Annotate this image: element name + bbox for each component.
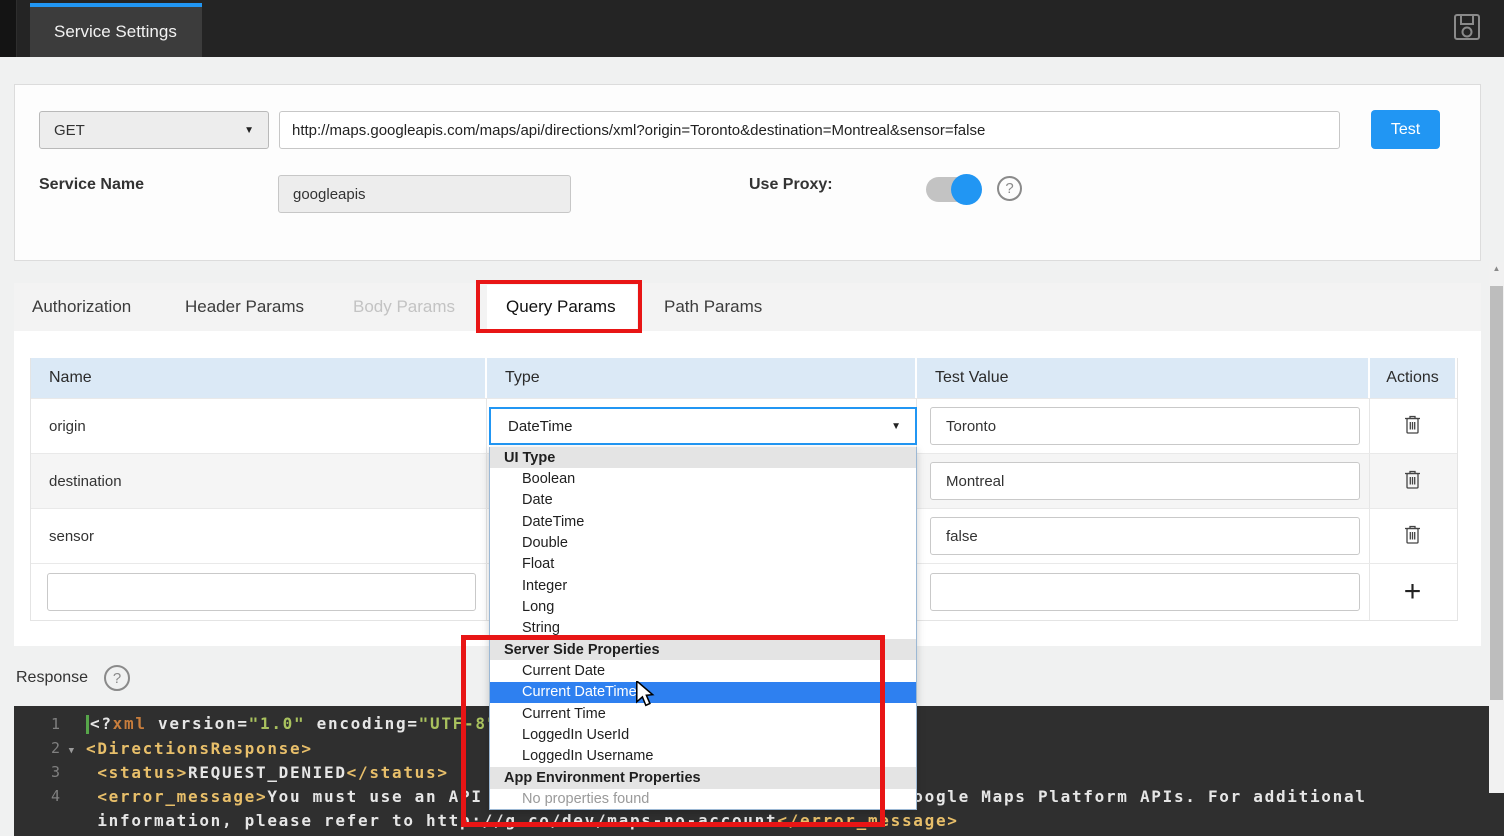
- tab-path-params[interactable]: Path Params: [664, 283, 762, 331]
- mouse-cursor-icon: [634, 681, 656, 712]
- use-proxy-toggle[interactable]: [926, 176, 982, 203]
- line-number: 3: [14, 763, 80, 781]
- header-name: Name: [31, 358, 487, 398]
- test-value-input-sensor[interactable]: [930, 517, 1360, 555]
- line-number: 2▼: [14, 739, 80, 757]
- toggle-knob: [951, 174, 982, 205]
- use-proxy-label: Use Proxy:: [749, 176, 833, 194]
- dropdown-option-boolean[interactable]: Boolean: [490, 468, 916, 489]
- page-scrollbar[interactable]: ▲: [1489, 262, 1504, 793]
- trash-icon: [1404, 524, 1421, 549]
- proxy-help-icon[interactable]: ?: [997, 176, 1022, 201]
- service-name-label: Service Name: [39, 176, 144, 194]
- editor-corner: [1489, 793, 1504, 836]
- test-button[interactable]: Test: [1371, 110, 1440, 149]
- tab-body-params[interactable]: Body Params: [353, 283, 455, 331]
- test-value-input-destination[interactable]: [930, 462, 1360, 500]
- save-icon: [1451, 11, 1483, 48]
- new-param-name-input[interactable]: [47, 573, 476, 611]
- tab-service-settings[interactable]: Service Settings: [30, 3, 202, 57]
- param-name: origin: [31, 399, 487, 453]
- test-value-input-origin[interactable]: [930, 407, 1360, 445]
- service-name-input[interactable]: [278, 175, 571, 213]
- scrollbar-thumb[interactable]: [1490, 286, 1503, 700]
- table-header-row: Name Type Test Value Actions: [31, 358, 1457, 398]
- service-url-input[interactable]: [279, 111, 1340, 149]
- trash-icon: [1404, 414, 1421, 439]
- delete-param-button[interactable]: [1370, 509, 1455, 563]
- annotation-box-query-params: [476, 280, 642, 333]
- dropdown-group-ui-type: UI Type: [490, 447, 916, 468]
- dropdown-option-long[interactable]: Long: [490, 596, 916, 617]
- http-method-select[interactable]: GET ▼: [39, 111, 269, 149]
- param-name: sensor: [31, 509, 487, 563]
- code-line: 5 </DirectionsResponse>: [14, 832, 1489, 836]
- tab-header-params[interactable]: Header Params: [185, 283, 304, 331]
- text-cursor: [86, 715, 89, 734]
- response-help-icon[interactable]: ?: [104, 665, 130, 691]
- left-edge-panel: [0, 0, 17, 57]
- header-type: Type: [487, 358, 917, 398]
- caret-down-icon: ▼: [891, 421, 901, 432]
- service-settings-page: Service Settings GET ▼ Test Service Name…: [0, 0, 1504, 836]
- top-bar: Service Settings: [0, 0, 1504, 57]
- dropdown-option-float[interactable]: Float: [490, 554, 916, 575]
- response-label: Response: [16, 669, 88, 687]
- plus-icon: +: [1404, 577, 1422, 607]
- dropdown-option-datetime[interactable]: DateTime: [490, 511, 916, 532]
- param-type-selected-value: DateTime: [508, 418, 572, 435]
- line-number: 4: [14, 787, 80, 805]
- dropdown-option-integer[interactable]: Integer: [490, 575, 916, 596]
- params-tab-strip: Authorization Header Params Body Params …: [14, 283, 1481, 331]
- annotation-box-server-side-properties: [461, 635, 885, 827]
- fold-caret-icon[interactable]: ▼: [69, 746, 74, 756]
- line-number: 1: [14, 715, 80, 733]
- tab-authorization[interactable]: Authorization: [32, 283, 131, 331]
- header-actions: Actions: [1370, 358, 1455, 398]
- save-button[interactable]: [1450, 12, 1484, 46]
- delete-param-button[interactable]: [1370, 454, 1455, 508]
- param-name: destination: [31, 454, 487, 508]
- dropdown-option-double[interactable]: Double: [490, 532, 916, 553]
- request-config-panel: GET ▼ Test Service Name Use Proxy: ?: [14, 84, 1481, 261]
- new-test-value-input[interactable]: [930, 573, 1360, 611]
- tab-service-settings-label: Service Settings: [54, 22, 177, 42]
- delete-param-button[interactable]: [1370, 399, 1455, 453]
- caret-down-icon: ▼: [244, 125, 254, 136]
- add-param-button[interactable]: +: [1370, 564, 1455, 620]
- header-test-value: Test Value: [917, 358, 1370, 398]
- http-method-value: GET: [54, 122, 85, 139]
- scroll-up-icon[interactable]: ▲: [1489, 264, 1504, 273]
- trash-icon: [1404, 469, 1421, 494]
- param-type-select[interactable]: DateTime ▼: [489, 407, 917, 445]
- dropdown-option-date[interactable]: Date: [490, 490, 916, 511]
